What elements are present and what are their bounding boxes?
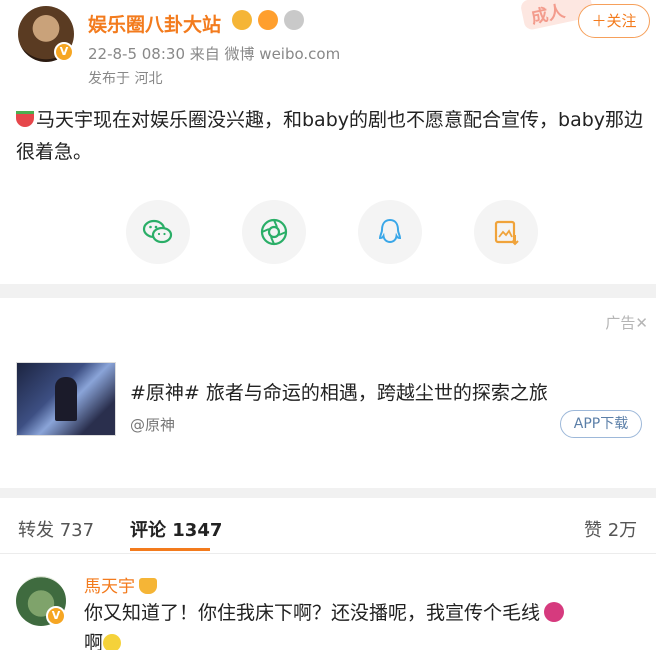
comment-text-line1: 你又知道了！你住我床下啊？还没播呢，我宣传个毛线: [84, 602, 541, 624]
watermelon-icon: [16, 111, 34, 127]
ad-figure: [55, 377, 77, 421]
crown-badge-icon: [232, 10, 252, 30]
qq-icon: [378, 218, 402, 244]
tab-comments[interactable]: 评论 1347: [130, 516, 222, 542]
fish-badge-icon: [258, 10, 278, 30]
post-content: 马天宇现在对娱乐圈没兴趣，和baby的剧也不愿意配合宣传，baby那边很着急。: [16, 104, 646, 168]
author-name[interactable]: 娱乐圈八卦大站: [88, 10, 221, 37]
app-download-button[interactable]: APP下载: [560, 410, 642, 438]
commenter-name[interactable]: 馬天宇: [84, 572, 157, 597]
post-meta: 22-8-5 08:30 来自 微博 weibo.com: [88, 45, 341, 63]
yarn-ball-emoji-icon: [544, 602, 565, 622]
tab-repost[interactable]: 转发 737: [18, 516, 94, 542]
post-header: V 娱乐圈八卦大站 22-8-5 08:30 来自 微博 weibo.com 发…: [0, 0, 656, 92]
ad-card[interactable]: 广告✕ #原神# 旅者与命运的相遇，跨越尘世的探索之旅 @原神 APP下载: [0, 298, 656, 488]
face-emoji-icon: [103, 634, 122, 650]
share-wechat-button[interactable]: [126, 200, 190, 264]
silver-medal-icon: [284, 10, 304, 30]
verified-badge-icon: V: [54, 42, 74, 62]
section-divider: [0, 284, 656, 298]
section-divider: [0, 488, 656, 498]
ad-thumbnail[interactable]: [16, 362, 116, 436]
save-image-icon: [494, 220, 519, 246]
interaction-tabs: 转发 737 评论 1347 赞 2万: [0, 498, 656, 554]
share-row: [0, 200, 656, 266]
share-save-image-button[interactable]: [474, 200, 538, 264]
ad-label[interactable]: 广告✕: [605, 312, 648, 333]
wechat-icon: [142, 219, 173, 244]
comment-item: V 馬天宇 你又知道了！你住我床下啊？还没播呢，我宣传个毛线 啊: [0, 566, 656, 650]
share-qq-button[interactable]: [358, 200, 422, 264]
comment-text-line2: 啊: [84, 632, 104, 650]
ad-title[interactable]: #原神# 旅者与命运的相遇，跨越尘世的探索之旅: [130, 378, 548, 405]
commenter-name-text: 馬天宇: [84, 577, 135, 597]
active-tab-indicator: [130, 548, 210, 551]
moments-icon: [260, 218, 288, 246]
ad-source: @原神: [130, 416, 176, 434]
share-moments-button[interactable]: [242, 200, 306, 264]
follow-button[interactable]: ＋关注: [578, 4, 650, 38]
post-text: 马天宇现在对娱乐圈没兴趣，和baby的剧也不愿意配合宣传，baby那边很着急。: [16, 109, 644, 163]
tab-likes[interactable]: 赞 2万: [584, 516, 637, 542]
crown-badge-icon: [139, 578, 157, 594]
post-location: 发布于 河北: [88, 71, 163, 87]
verified-badge-icon: V: [46, 606, 66, 626]
comment-text: 你又知道了！你住我床下啊？还没播呢，我宣传个毛线 啊: [84, 598, 644, 650]
author-badges: [232, 10, 304, 30]
